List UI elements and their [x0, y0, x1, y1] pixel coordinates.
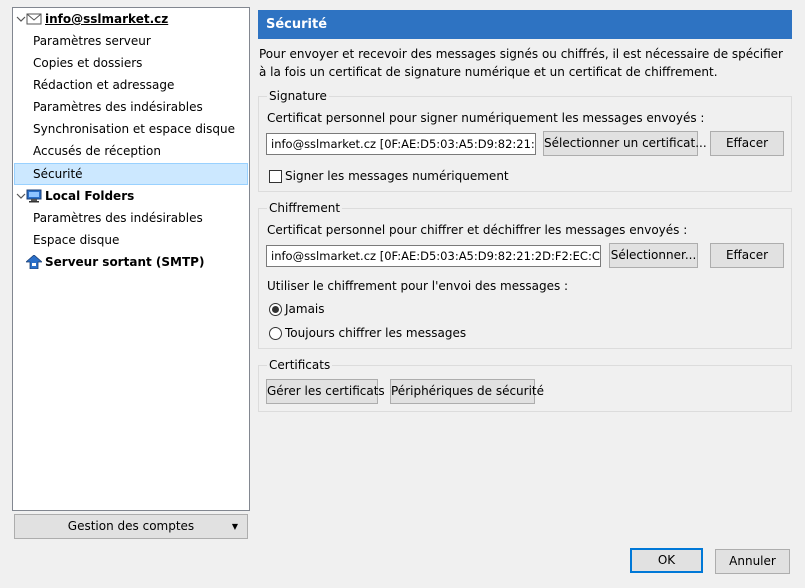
outgoing-server-icon: [26, 255, 42, 269]
smtp-label: Serveur sortant (SMTP): [45, 255, 205, 269]
security-devices-button[interactable]: Périphériques de sécurité: [390, 379, 544, 404]
encrypt-never-radio[interactable]: [269, 303, 282, 316]
account-actions-button[interactable]: Gestion des comptes ▼: [14, 514, 248, 539]
tree-item-label: Espace disque: [33, 233, 120, 247]
signature-cert-field[interactable]: info@sslmarket.cz [0F:AE:D5:03:A5:D9:82:…: [266, 133, 536, 155]
sign-messages-label: Signer les messages numériquement: [285, 169, 509, 183]
signature-group: Signature Certificat personnel pour sign…: [258, 88, 792, 192]
envelope-icon: [26, 13, 42, 25]
manage-certificates-button[interactable]: Gérer les certificats: [266, 379, 385, 404]
tree-item-local-disk[interactable]: Espace disque: [13, 229, 249, 251]
encryption-cert-field[interactable]: info@sslmarket.cz [0F:AE:D5:03:A5:D9:82:…: [266, 245, 601, 267]
tree-item-local-junk[interactable]: Paramètres des indésirables: [13, 207, 249, 229]
tree-item-copies-folders[interactable]: Copies et dossiers: [13, 52, 249, 74]
tree-item-label: Sécurité: [33, 167, 83, 181]
computer-icon: [26, 189, 42, 203]
tree-item-sync-storage[interactable]: Synchronisation et espace disque: [13, 118, 249, 140]
account-label: info@sslmarket.cz: [45, 12, 169, 26]
account-actions-label: Gestion des comptes: [67, 519, 195, 533]
tree-item-label: Synchronisation et espace disque: [33, 122, 235, 136]
tree-item-junk-settings[interactable]: Paramètres des indésirables: [13, 96, 249, 118]
tree-account[interactable]: info@sslmarket.cz: [13, 8, 249, 30]
encryption-desc: Certificat personnel pour chiffrer et dé…: [267, 223, 688, 237]
select-signature-cert-button[interactable]: Sélectionner un certificat...: [543, 131, 707, 156]
encrypt-always-label: Toujours chiffrer les messages: [285, 326, 467, 340]
ok-button[interactable]: OK: [630, 548, 703, 573]
chevron-down-icon[interactable]: [16, 8, 26, 30]
certificates-group-title: Certificats: [267, 357, 333, 373]
clear-encryption-button[interactable]: Effacer: [710, 243, 784, 268]
tree-item-server-settings[interactable]: Paramètres serveur: [13, 30, 249, 52]
sign-messages-checkbox[interactable]: [269, 170, 282, 183]
local-folders-label: Local Folders: [45, 189, 135, 203]
tree-item-label: Paramètres des indésirables: [33, 100, 203, 114]
encrypt-always-radio[interactable]: [269, 327, 282, 340]
tree-local-folders[interactable]: Local Folders: [13, 185, 249, 207]
intro-text: Pour envoyer et recevoir des messages si…: [259, 47, 783, 79]
signature-group-title: Signature: [267, 88, 329, 104]
tree-item-composition[interactable]: Rédaction et adressage: [13, 74, 249, 96]
tree-item-security[interactable]: Sécurité: [14, 163, 248, 185]
encryption-group-title: Chiffrement: [267, 200, 343, 216]
dropdown-arrow-icon: ▼: [231, 522, 238, 531]
tree-item-label: Accusés de réception: [33, 144, 161, 158]
clear-signature-button[interactable]: Effacer: [710, 131, 784, 156]
chevron-down-icon[interactable]: [16, 185, 26, 207]
tree-item-label: Paramètres des indésirables: [33, 211, 203, 225]
account-tree[interactable]: info@sslmarket.cz Paramètres serveur Cop…: [12, 7, 250, 511]
tree-item-label: Paramètres serveur: [33, 34, 151, 48]
page-title: Sécurité: [258, 10, 792, 39]
cancel-button[interactable]: Annuler: [715, 549, 790, 574]
encrypt-never-label: Jamais: [285, 302, 325, 316]
signature-desc: Certificat personnel pour signer numériq…: [267, 111, 705, 125]
tree-smtp[interactable]: Serveur sortant (SMTP): [13, 251, 249, 273]
certificates-group: Certificats Gérer les certificats Périph…: [258, 357, 792, 412]
select-encryption-cert-button[interactable]: Sélectionner...: [609, 243, 698, 268]
encryption-usage-label: Utiliser le chiffrement pour l'envoi des…: [267, 279, 569, 293]
encryption-group: Chiffrement Certificat personnel pour ch…: [258, 200, 792, 349]
tree-item-receipts[interactable]: Accusés de réception: [13, 140, 249, 162]
tree-item-label: Copies et dossiers: [33, 56, 143, 70]
tree-item-label: Rédaction et adressage: [33, 78, 175, 92]
